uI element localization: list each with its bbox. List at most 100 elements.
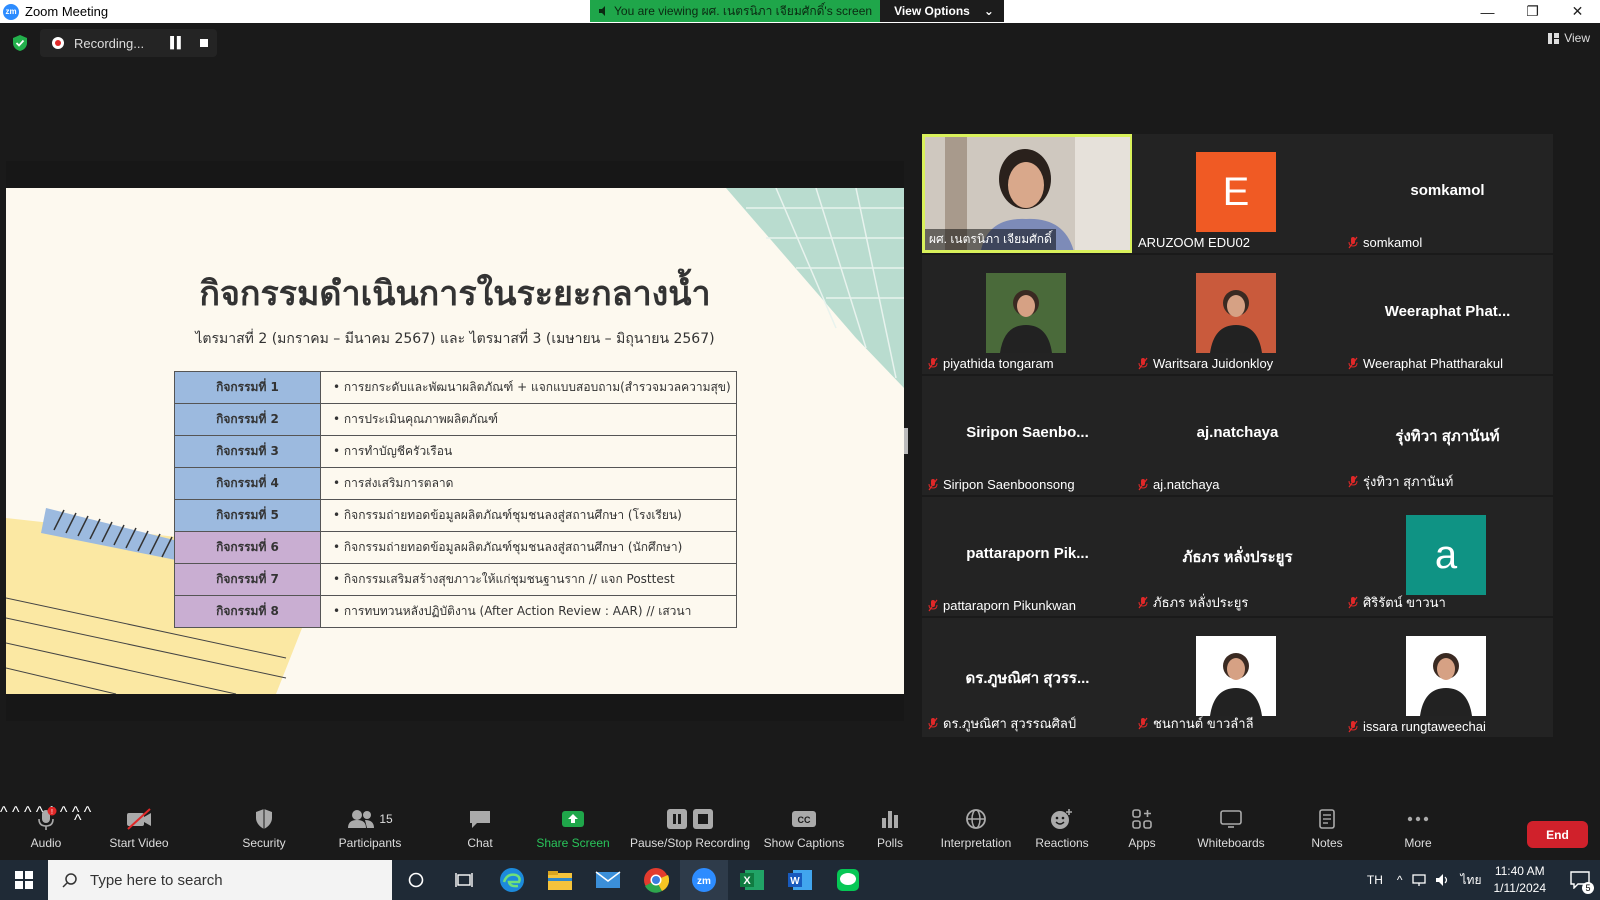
whiteboards-button[interactable]: Whiteboards (1196, 804, 1266, 860)
edge-icon (500, 868, 524, 892)
activity-text: กิจกรรมถ่ายทอดข้อมูลผลิตภัณฑ์ชุมชนลงสู่ส… (343, 540, 683, 554)
interpretation-label: Interpretation (940, 836, 1012, 850)
person-photo-icon (1000, 290, 1052, 353)
participant-tile[interactable]: a ศิริรัตน์ ขาวนา (1342, 497, 1553, 616)
participant-tile[interactable]: pattaraporn Pik... pattaraporn Pikunkwan (922, 497, 1133, 616)
activity-desc: • การทบทวนหลังปฏิบัติงาน (After Action R… (320, 595, 737, 628)
chrome-app[interactable] (632, 860, 680, 900)
whiteboard-icon (1220, 810, 1242, 828)
audio-button[interactable]: ! Audio (28, 804, 64, 860)
pause-stop-recording-label: Pause/Stop Recording (629, 836, 751, 850)
participant-display-name: ดร.ภูษณิศา สุวรร... (965, 670, 1090, 687)
svg-text:CC: CC (798, 815, 811, 825)
polls-button[interactable]: Polls (872, 804, 908, 860)
volume-icon[interactable] (1435, 873, 1451, 887)
chat-caret[interactable]: ^ (12, 804, 20, 821)
view-button[interactable]: View (1548, 31, 1590, 45)
zoom-app[interactable]: zm (680, 860, 728, 900)
participant-tile[interactable]: Weeraphat Phat... Weeraphat Phattharakul (1342, 255, 1553, 374)
file-explorer-app[interactable] (536, 860, 584, 900)
activity-row: กิจกรรมที่ 5 • กิจกรรมถ่ายทอดข้อมูลผลิตภั… (174, 499, 737, 532)
taskbar-search[interactable]: Type here to search (48, 860, 392, 900)
participant-tile[interactable]: รุ่งทิวา สุภานันท์ รุ่งทิวา สุภานันท์ (1342, 376, 1553, 495)
muted-mic-icon (1348, 475, 1358, 488)
start-button[interactable] (0, 860, 48, 900)
share-screen-button[interactable]: Share Screen (536, 804, 610, 860)
windows-logo-icon (15, 871, 33, 889)
muted-mic-icon (1138, 596, 1148, 609)
shared-screen[interactable]: กิจกรรมดำเนินการในระยะกลางน้ำ ไตรมาสที่ … (6, 161, 904, 721)
participant-tile[interactable]: ภัธภร หลั่งประยูร ภัธภร หลั่งประยูร (1132, 497, 1343, 616)
participant-tile[interactable]: E ARUZOOM EDU02 (1132, 134, 1343, 253)
view-options-button[interactable]: View Options ⌄ (880, 0, 1004, 22)
network-icon[interactable] (1411, 873, 1427, 887)
apps-button[interactable]: Apps (1124, 804, 1160, 860)
participant-tile[interactable]: Siripon Saenbo... Siripon Saenboonsong (922, 376, 1133, 495)
reactions-button[interactable]: Reactions (1034, 804, 1090, 860)
edge-app[interactable] (488, 860, 536, 900)
zoom-logo-icon: zm (3, 3, 19, 20)
chevron-up-icon[interactable]: ^ (1397, 873, 1403, 887)
participant-name-label: piyathida tongaram (928, 356, 1054, 371)
input-language[interactable]: TH (1367, 873, 1383, 887)
split-resize-handle[interactable] (904, 428, 908, 454)
close-button[interactable]: ✕ (1555, 0, 1600, 23)
excel-app[interactable]: X (728, 860, 776, 900)
notification-center-button[interactable]: 5 (1560, 860, 1600, 900)
participant-tile[interactable]: issara rungtaweechai (1342, 618, 1553, 737)
participant-tile[interactable]: ผศ. เนตรนิภา เจียมศักดิ์ (922, 134, 1133, 253)
participant-tile[interactable]: aj.natchaya aj.natchaya (1132, 376, 1343, 495)
captions-button[interactable]: CC Show Captions (764, 804, 844, 860)
svg-text:!: ! (51, 809, 53, 816)
person-photo-icon (1210, 290, 1262, 353)
ime-indicator[interactable]: ไทย (1461, 871, 1482, 890)
cortana-button[interactable] (392, 860, 440, 900)
line-app[interactable] (824, 860, 872, 900)
participants-button[interactable]: 15 Participants (335, 804, 405, 860)
activity-desc: • กิจกรรมเสริมสร้างสุขภาวะให้แก่ชุมชนฐาน… (320, 563, 737, 596)
interpretation-button[interactable]: Interpretation (936, 804, 1016, 860)
chat-button[interactable]: Chat (460, 804, 500, 860)
window-controls: — ❐ ✕ (1465, 0, 1600, 23)
pause-recording-button[interactable]: ▌▌ (170, 37, 185, 49)
participant-tile[interactable]: piyathida tongaram (922, 255, 1133, 374)
start-video-button[interactable]: Start Video (104, 804, 174, 860)
participant-tile[interactable]: Waritsara Juidonkloy (1132, 255, 1343, 374)
clock[interactable]: 11:40 AM 1/11/2024 (1494, 863, 1547, 897)
participants-icon (348, 810, 375, 828)
muted-mic-icon (1138, 357, 1148, 370)
participant-name: issara rungtaweechai (1363, 719, 1486, 734)
minimize-button[interactable]: — (1465, 0, 1510, 23)
word-app[interactable]: W (776, 860, 824, 900)
activity-row: กิจกรรมที่ 3 • การทำบัญชีครัวเรือน (174, 435, 737, 468)
participant-tile[interactable]: ดร.ภูษณิศา สุวรร... ดร.ภูษณิศา สุวรรณศิลป… (922, 618, 1133, 737)
participant-display-name: Weeraphat Phat... (1384, 303, 1511, 320)
pause-icon (667, 809, 687, 829)
audio-options-caret[interactable]: ^ (74, 812, 82, 830)
end-meeting-button[interactable]: End (1527, 821, 1588, 848)
mail-app[interactable] (584, 860, 632, 900)
maximize-button[interactable]: ❐ (1510, 0, 1555, 23)
svg-text:X: X (743, 875, 751, 887)
security-button[interactable]: Security (236, 804, 292, 860)
activity-desc: • การทำบัญชีครัวเรือน (320, 435, 737, 468)
stop-recording-button[interactable] (199, 39, 208, 47)
participant-name: ศิริรัตน์ ขาวนา (1363, 595, 1446, 610)
participants-caret[interactable]: ^ (0, 804, 8, 821)
globe-icon (966, 809, 986, 829)
muted-mic-icon (1348, 720, 1358, 733)
participant-tile[interactable]: somkamol somkamol (1342, 134, 1553, 253)
notes-caret[interactable]: ^ (84, 804, 92, 821)
participant-tile[interactable]: ชนกานต์ ขาวลำลี (1132, 618, 1343, 737)
encryption-shield-icon[interactable] (12, 34, 28, 52)
captions-icon: CC (792, 811, 816, 827)
share-screen-label: Share Screen (536, 836, 610, 850)
participant-name: Weeraphat Phattharakul (1363, 356, 1503, 371)
task-view-button[interactable] (440, 860, 488, 900)
notification-count: 5 (1582, 882, 1594, 894)
activity-desc: • การยกระดับและพัฒนาผลิตภัณฑ์ + แจกแบบสอ… (320, 371, 737, 404)
pause-stop-recording-button[interactable]: Pause/Stop Recording (628, 804, 752, 860)
more-button[interactable]: More (1400, 804, 1436, 860)
notes-button[interactable]: Notes (1309, 804, 1345, 860)
line-icon (837, 869, 859, 891)
